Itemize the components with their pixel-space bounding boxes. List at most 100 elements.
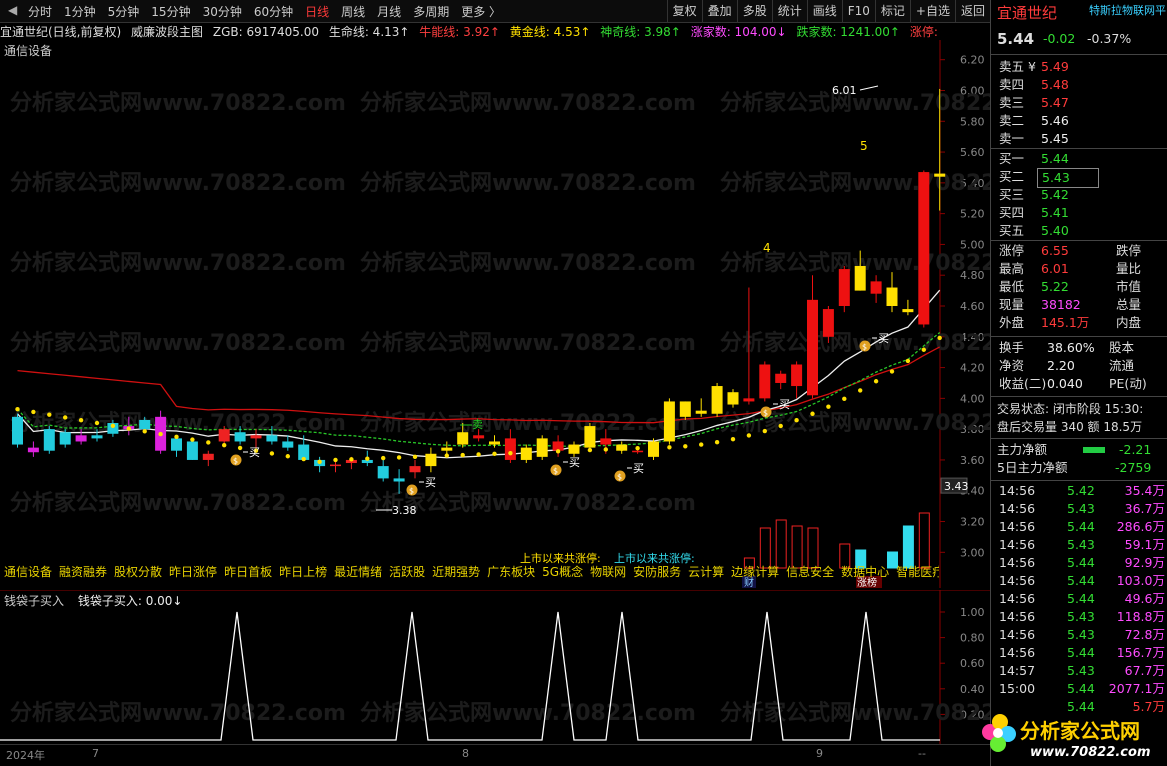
down-count-value: 跌家数: 1241.00↑ (796, 25, 900, 39)
price-tick-label: 5.60 (960, 146, 985, 159)
candle-body (600, 438, 612, 445)
bid-level-4[interactable]: 买四 5.41 (991, 204, 1167, 222)
toolbar-button-4[interactable]: 画线 (806, 0, 842, 22)
support-dot (62, 415, 68, 420)
support-dot (476, 452, 481, 457)
bid-level-5[interactable]: 买五 5.40 (991, 222, 1167, 240)
support-dot (555, 449, 561, 454)
stat-label-2: 总量 (1116, 297, 1142, 312)
candle-body (282, 441, 294, 448)
period-tab-6[interactable]: 日线 (299, 3, 335, 20)
stat-label: 涨停 (999, 243, 1025, 258)
concept-tag[interactable]: 数据中心 (841, 565, 889, 579)
tick-row[interactable]: 14:56 5.44 49.6万 (991, 590, 1167, 608)
buy-signal-1: $买 (230, 446, 260, 466)
candle-body (902, 309, 914, 313)
toolbar-button-6[interactable]: 标记 (874, 0, 910, 22)
concept-tag[interactable]: 昨日首板 (224, 565, 272, 579)
indicator-name[interactable]: 威廉波段主图 (131, 25, 203, 39)
back-arrow-icon[interactable]: ◀ (8, 3, 17, 17)
toolbar-button-1[interactable]: 叠加 (701, 0, 737, 22)
stat2-label: 换手 (999, 340, 1025, 355)
bid-level-1[interactable]: 买一 5.44 (991, 150, 1167, 168)
ask-level-1[interactable]: 卖一 5.45 (991, 130, 1167, 148)
ask-level-4[interactable]: 卖四 5.48 (991, 76, 1167, 94)
tick-row[interactable]: 15:00 5.44 2077.1万 (991, 680, 1167, 698)
support-dot (333, 457, 338, 463)
candlestick-chart[interactable]: 6.206.005.805.605.405.205.004.804.604.40… (0, 40, 990, 590)
candle-body (377, 466, 389, 479)
ask-level-3[interactable]: 卖三 5.47 (991, 94, 1167, 112)
tick-row[interactable]: 14:56 5.44 92.9万 (991, 554, 1167, 572)
low-price-label: 3.38 (392, 504, 417, 517)
stat2-value: 2.20 (1047, 358, 1075, 373)
period-tab-4[interactable]: 30分钟 (197, 3, 248, 20)
tick-row[interactable]: 14:56 5.43 59.1万 (991, 536, 1167, 554)
tick-price: 5.44 (1067, 519, 1095, 534)
period-tab-9[interactable]: 多周期 (407, 3, 455, 20)
concept-tag[interactable]: 昨日上榜 (279, 565, 327, 579)
tick-row[interactable]: 14:56 5.43 72.8万 (991, 626, 1167, 644)
period-tab-10[interactable]: 更多 〉 (455, 3, 507, 20)
toolbar-button-3[interactable]: 统计 (771, 0, 807, 22)
candle-body (409, 466, 421, 473)
tick-price: 5.43 (1067, 663, 1095, 678)
price-tick-label: 5.00 (960, 238, 985, 251)
concept-tag[interactable]: 股权分散 (114, 565, 162, 579)
toolbar-button-7[interactable]: +自选 (909, 0, 955, 22)
sub-indicator-chart[interactable]: 1.000.800.600.400.20分析家公式网www.70822.com 分… (0, 590, 990, 745)
concept-tag[interactable]: 物联网 (590, 565, 626, 579)
ask-level-5[interactable]: 卖五 ¥ 5.49 (991, 58, 1167, 76)
tick-row[interactable]: 14:56 5.43 118.8万 (991, 608, 1167, 626)
support-dot (842, 396, 847, 402)
stat-value: 6.01 (1041, 261, 1069, 276)
sub-tick-label: 0.40 (960, 683, 985, 696)
tick-row[interactable]: 14:56 5.44 103.0万 (991, 572, 1167, 590)
concept-tag[interactable]: 5G概念 (542, 565, 583, 579)
tick-volume: 2077.1万 (1108, 681, 1165, 696)
bid-level-3[interactable]: 买三 5.42 (991, 186, 1167, 204)
tick-volume: 72.8万 (1124, 627, 1165, 642)
concept-tag[interactable]: 近期强势 (432, 565, 480, 579)
support-dot (301, 456, 306, 462)
tick-row[interactable]: 14:56 5.43 36.7万 (991, 500, 1167, 518)
toolbar-button-2[interactable]: 多股 (736, 0, 772, 22)
period-tab-8[interactable]: 月线 (371, 3, 407, 20)
tick-row[interactable]: 14:56 5.44 156.7万 (991, 644, 1167, 662)
concept-tag[interactable]: 云计算 (688, 565, 724, 579)
period-tab-1[interactable]: 1分钟 (58, 3, 102, 20)
concept-tag[interactable]: 智能医疗 (896, 565, 939, 579)
period-tab-2[interactable]: 5分钟 (102, 3, 146, 20)
price-tick-label: 4.00 (960, 392, 985, 405)
high-price-label: 6.01 (832, 84, 857, 97)
period-tab-5[interactable]: 60分钟 (248, 3, 299, 20)
svg-text:$: $ (553, 467, 558, 476)
period-tab-7[interactable]: 周线 (335, 3, 371, 20)
toolbar-button-5[interactable]: F10 (841, 0, 875, 22)
concept-tag[interactable]: 通信设备 (4, 565, 52, 579)
stat2-label: 净资 (999, 358, 1025, 373)
tick-row[interactable]: 14:56 5.42 35.4万 (991, 482, 1167, 500)
bid-level-2[interactable]: 买二 5.43 (991, 168, 1167, 188)
ask-label: 卖一 (999, 131, 1025, 146)
concept-tag[interactable]: 昨日涨停 (169, 565, 217, 579)
tick-row[interactable]: 14:56 5.44 286.6万 (991, 518, 1167, 536)
concept-tag[interactable]: 信息安全 (786, 565, 834, 579)
concept-tag[interactable]: 广东板块 (487, 565, 535, 579)
concept-tag[interactable]: 融资融券 (59, 565, 107, 579)
timeline-dashes[interactable]: -- (918, 747, 926, 760)
support-dot (428, 454, 434, 459)
tick-row[interactable]: 14:57 5.43 67.7万 (991, 662, 1167, 680)
toolbar-button-0[interactable]: 复权 (666, 0, 702, 22)
ask-level-2[interactable]: 卖二 5.46 (991, 112, 1167, 130)
watermark-text: 分析家公式网www.70822.com (720, 330, 990, 356)
bull-line-value: 牛能线: 3.92↑ (419, 25, 500, 39)
toolbar-button-8[interactable]: 返回 (954, 0, 990, 22)
concept-tag[interactable]: 最近情绪 (334, 565, 382, 579)
concept-tag[interactable]: 安防服务 (633, 565, 681, 579)
sub-indicator-name[interactable]: 钱袋子买入 (4, 594, 64, 608)
period-tab-3[interactable]: 15分钟 (145, 3, 196, 20)
concept-tag[interactable]: 边缘计算 (731, 565, 779, 579)
support-dot (587, 447, 593, 453)
concept-tag[interactable]: 活跃股 (389, 565, 425, 579)
